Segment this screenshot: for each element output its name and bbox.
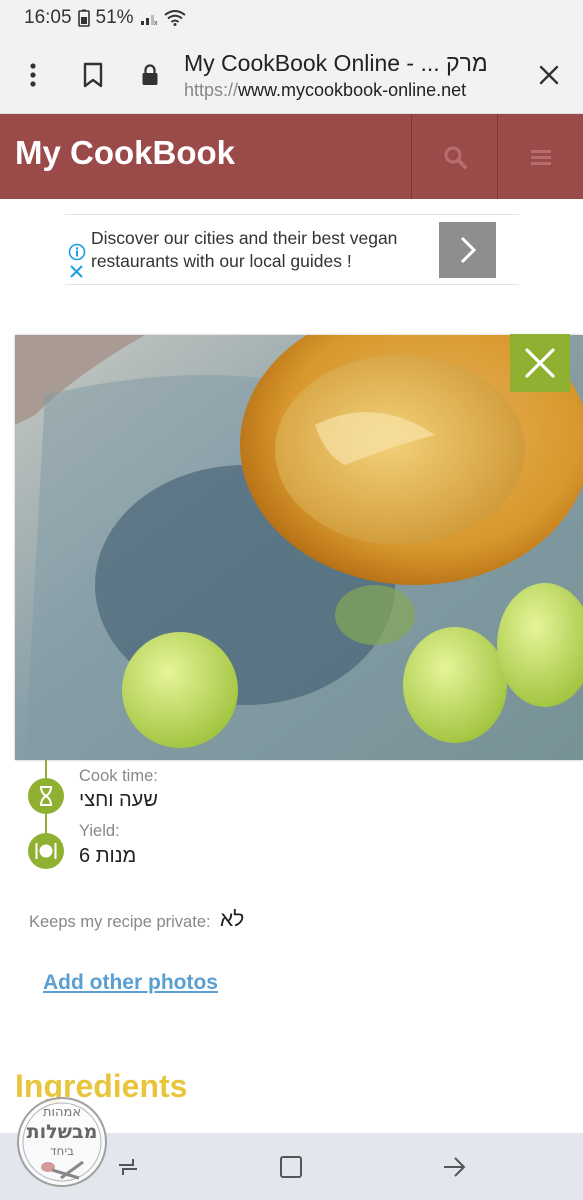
private-label: Keeps my recipe private: [29,913,211,931]
site-title[interactable]: My CookBook [15,134,235,172]
private-value: לא [220,908,245,931]
ad-text[interactable]: Discover our cities and their best vegan… [91,227,421,273]
signal-icon: x [140,10,158,26]
svg-text:אמהות: אמהות [43,1105,81,1120]
bookmark-icon[interactable] [76,58,110,92]
add-photos-link[interactable]: Add other photos [43,971,218,995]
yield-label: Yield: [79,822,120,840]
hourglass-icon [28,778,64,814]
lock-icon [133,58,167,92]
page-title[interactable]: My CookBook Online - ... מרק [184,50,488,77]
status-bar: 16:05 51% x [0,0,583,36]
recents-icon[interactable] [110,1149,146,1185]
status-time: 16:05 [24,7,72,28]
svg-text:ביחד: ביחד [50,1144,74,1158]
back-icon[interactable] [436,1149,472,1185]
svg-text:מבשלות: מבשלות [27,1121,98,1143]
url-host: www.mycookbook-online.net [238,80,467,100]
cook-time-label: Cook time: [79,767,158,785]
home-icon[interactable] [273,1149,309,1185]
yield-value: 6 מנות [79,845,137,867]
close-icon[interactable] [532,58,566,92]
svg-text:x: x [154,20,158,26]
info-icon[interactable] [68,243,86,266]
browser-toolbar: My CookBook Online - ... מרק https://www… [0,36,583,114]
wifi-icon [163,10,186,26]
menu-icon[interactable] [497,114,583,199]
cook-time-value: שעה וחצי [79,789,158,811]
ad-close-icon[interactable] [69,264,84,284]
search-icon[interactable] [411,114,497,199]
chevron-right-icon[interactable] [439,222,496,278]
url-text[interactable]: https://www.mycookbook-online.net [184,80,466,101]
site-header: My CookBook [0,114,583,199]
plate-icon [28,833,64,869]
ad-banner[interactable]: Discover our cities and their best vegan… [65,214,519,285]
battery-icon [77,9,90,27]
url-scheme: https:// [184,80,239,100]
watermark-logo: אמהות מבשלות ביחד [11,1092,114,1188]
more-vert-icon[interactable] [16,58,50,92]
battery-percent: 51% [95,7,134,28]
photo-close-icon[interactable] [510,334,570,392]
recipe-photo[interactable] [15,335,583,760]
